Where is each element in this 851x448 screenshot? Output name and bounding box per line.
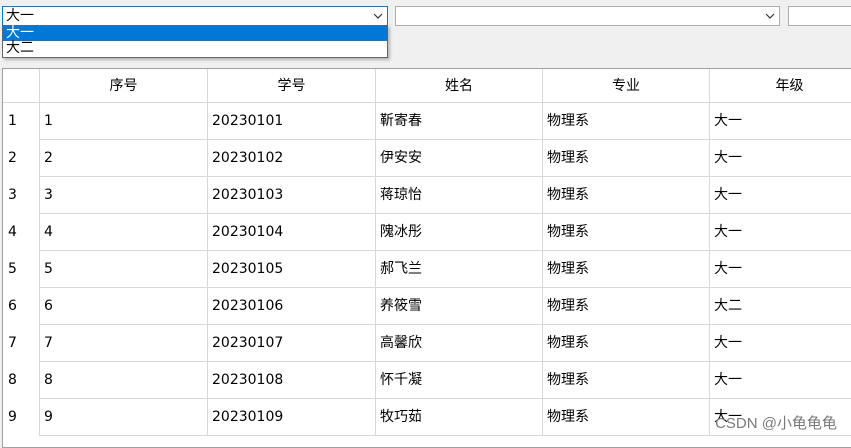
table-cell[interactable]: 7: [40, 325, 208, 362]
table-cell[interactable]: 靳寄春: [376, 103, 543, 140]
table-cell[interactable]: 大一: [710, 140, 851, 177]
table-body: 1 1 20230101 靳寄春 物理系 大一 2 2 20230102 伊安安 物理系 大一 3 3 20…: [3, 103, 851, 436]
student-table: 序号 学号 姓名 专业 年级 1 1 20230101 靳寄春 物理系 大一 2 2 20230…: [2, 68, 851, 448]
table-cell[interactable]: 物理系: [543, 325, 710, 362]
row-header[interactable]: 1: [3, 103, 40, 140]
grade-filter-value: 大一: [6, 8, 34, 24]
table-row[interactable]: 2 2 20230102 伊安安 物理系 大一: [3, 140, 851, 177]
column-header-seq[interactable]: 序号: [40, 69, 208, 103]
table-cell[interactable]: 物理系: [543, 288, 710, 325]
table-cell[interactable]: 20230103: [208, 177, 376, 214]
table-cell[interactable]: 大一: [710, 362, 851, 399]
table-cell[interactable]: 20230104: [208, 214, 376, 251]
row-header[interactable]: 9: [3, 399, 40, 436]
table-cell[interactable]: 3: [40, 177, 208, 214]
table-row[interactable]: 8 8 20230108 怀千凝 物理系 大一: [3, 362, 851, 399]
column-header-student-id[interactable]: 学号: [208, 69, 376, 103]
table-cell[interactable]: 蒋琼怡: [376, 177, 543, 214]
column-header-name[interactable]: 姓名: [376, 69, 543, 103]
table-cell[interactable]: 隗冰彤: [376, 214, 543, 251]
table-row[interactable]: 4 4 20230104 隗冰彤 物理系 大一: [3, 214, 851, 251]
row-header[interactable]: 3: [3, 177, 40, 214]
table-cell[interactable]: 1: [40, 103, 208, 140]
table-cell[interactable]: 大二: [710, 288, 851, 325]
table-cell[interactable]: 20230107: [208, 325, 376, 362]
table-cell[interactable]: 20230109: [208, 399, 376, 436]
table-cell[interactable]: 6: [40, 288, 208, 325]
table-cell[interactable]: 大一: [710, 251, 851, 288]
table-header: 序号 学号 姓名 专业 年级: [3, 69, 851, 103]
filter-combo-2[interactable]: [395, 6, 780, 26]
dropdown-option-2[interactable]: 大二: [3, 41, 387, 56]
chevron-down-icon[interactable]: [373, 11, 383, 21]
grade-filter-combo[interactable]: 大一: [2, 6, 388, 26]
row-header[interactable]: 5: [3, 251, 40, 288]
table-row[interactable]: 7 7 20230107 高馨欣 物理系 大一: [3, 325, 851, 362]
table-cell[interactable]: 20230108: [208, 362, 376, 399]
table-cell[interactable]: 2: [40, 140, 208, 177]
table-cell[interactable]: 物理系: [543, 399, 710, 436]
table-cell[interactable]: 高馨欣: [376, 325, 543, 362]
table-row[interactable]: 6 6 20230106 养筱雪 物理系 大二: [3, 288, 851, 325]
table-cell[interactable]: 20230101: [208, 103, 376, 140]
table-cell[interactable]: 牧巧茹: [376, 399, 543, 436]
row-header[interactable]: 8: [3, 362, 40, 399]
table-cell[interactable]: 20230106: [208, 288, 376, 325]
filter-combo-3[interactable]: [788, 6, 851, 26]
row-header[interactable]: 2: [3, 140, 40, 177]
table-cell[interactable]: 郝飞兰: [376, 251, 543, 288]
table-cell[interactable]: 物理系: [543, 251, 710, 288]
table-cell[interactable]: 大一: [710, 214, 851, 251]
table-cell[interactable]: 20230102: [208, 140, 376, 177]
table-row[interactable]: 5 5 20230105 郝飞兰 物理系 大一: [3, 251, 851, 288]
watermark: CSDN @小龟龟龟: [715, 415, 837, 432]
table-cell[interactable]: 20230105: [208, 251, 376, 288]
column-header-major[interactable]: 专业: [543, 69, 710, 103]
table-cell[interactable]: 物理系: [543, 177, 710, 214]
table-cell[interactable]: 怀千凝: [376, 362, 543, 399]
table-cell[interactable]: 大一: [710, 325, 851, 362]
row-header[interactable]: 6: [3, 288, 40, 325]
grade-dropdown-list: 大一 大二: [2, 25, 388, 58]
chevron-down-icon[interactable]: [765, 11, 775, 21]
table-cell[interactable]: 物理系: [543, 362, 710, 399]
table-cell[interactable]: 大一: [710, 103, 851, 140]
table-cell[interactable]: 4: [40, 214, 208, 251]
table-corner-button[interactable]: [3, 69, 40, 103]
table-cell[interactable]: 物理系: [543, 103, 710, 140]
row-header[interactable]: 7: [3, 325, 40, 362]
table-cell[interactable]: 养筱雪: [376, 288, 543, 325]
table-cell[interactable]: 5: [40, 251, 208, 288]
column-header-grade[interactable]: 年级: [710, 69, 851, 103]
dropdown-option-1[interactable]: 大一: [3, 26, 387, 41]
table-cell[interactable]: 物理系: [543, 140, 710, 177]
table-cell[interactable]: 物理系: [543, 214, 710, 251]
row-header[interactable]: 4: [3, 214, 40, 251]
table-cell[interactable]: 大一: [710, 177, 851, 214]
table-cell[interactable]: 8: [40, 362, 208, 399]
table-row[interactable]: 3 3 20230103 蒋琼怡 物理系 大一: [3, 177, 851, 214]
table-cell[interactable]: 伊安安: [376, 140, 543, 177]
table-row[interactable]: 1 1 20230101 靳寄春 物理系 大一: [3, 103, 851, 140]
table-cell[interactable]: 9: [40, 399, 208, 436]
